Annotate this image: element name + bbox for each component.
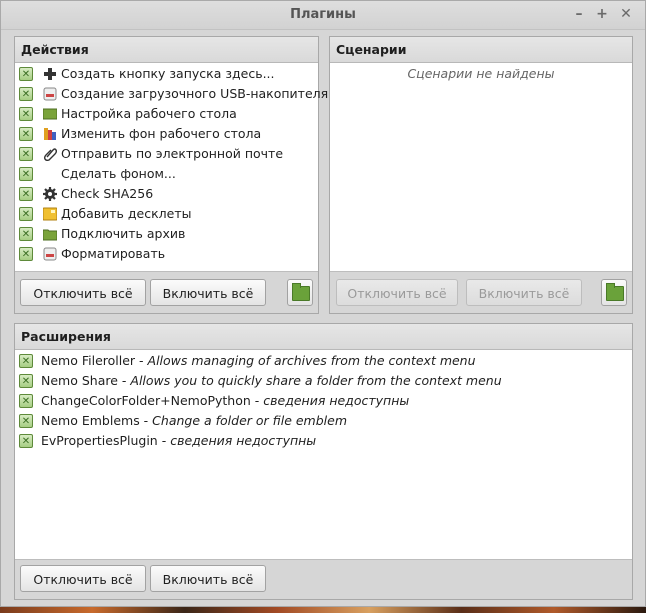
open-folder-button[interactable] [287,279,313,306]
action-label: Добавить десклеты [61,206,192,221]
extension-description: Allows you to quickly share a folder fro… [130,373,502,388]
action-label: Отправить по электронной почте [61,146,284,161]
action-label: Создание загрузочного USB-накопителя [61,86,329,101]
plugins-window: Плагины – + ✕ Действия Создать кнопку за… [0,0,646,607]
disable-all-button[interactable]: Отключить всё [336,279,458,306]
extension-name: Nemo Share [41,373,118,388]
checkbox[interactable] [19,85,33,105]
scripts-header: Сценарии [330,37,632,63]
checkbox[interactable] [19,205,33,225]
enable-all-button[interactable]: Включить всё [150,279,266,306]
extension-description: Change a folder or file emblem [152,413,348,428]
extension-name: EvPropertiesPlugin [41,433,158,448]
checkbox[interactable] [19,245,33,265]
extensions-footer: Отключить всё Включить всё [15,559,632,599]
checkbox[interactable] [19,392,33,412]
action-label: Сделать фоном... [61,166,176,181]
extension-name: Nemo Fileroller [41,353,136,368]
checkbox[interactable] [19,352,33,372]
actions-panel: Действия Создать кнопку запуска здесь...… [14,36,328,314]
usb-drive-icon [43,87,57,101]
usb-drive-icon [43,247,57,261]
scripts-empty-message: Сценарии не найдены [407,66,555,81]
action-label: Подключить архив [61,226,186,241]
enable-all-button[interactable]: Включить всё [466,279,582,306]
extension-name: ChangeColorFolder+NemoPython [41,393,251,408]
action-label: Изменить фон рабочего стола [61,126,262,141]
scripts-panel: Сценарии Сценарии не найдены Отключить в… [329,36,633,314]
desklet-icon [42,207,58,221]
plus-icon [43,67,57,81]
enable-all-button[interactable]: Включить всё [150,565,266,592]
title-bar[interactable]: Плагины – + ✕ [1,1,645,30]
scripts-footer: Отключить всё Включить всё [330,271,632,313]
desktop-settings-icon [42,107,58,121]
extension-name: Nemo Emblems [41,413,140,428]
actions-header: Действия [15,37,318,63]
minimize-icon[interactable]: – [570,5,588,23]
extension-description: сведения недоступны [263,393,410,408]
actions-footer: Отключить всё Включить всё [15,271,318,313]
checkbox[interactable] [19,65,33,85]
window-title: Плагины [290,7,356,22]
checkbox[interactable] [19,185,33,205]
gear-icon [43,187,57,201]
action-label: Создать кнопку запуска здесь... [61,66,275,81]
checkbox[interactable] [19,412,33,432]
disable-all-button[interactable]: Отключить всё [20,279,146,306]
checkbox[interactable] [19,145,33,165]
checkbox[interactable] [19,432,33,452]
folder-icon [292,283,310,301]
maximize-icon[interactable]: + [593,5,611,23]
extensions-header: Расширения [15,324,632,350]
open-folder-button[interactable] [601,279,627,306]
folder-icon [606,283,624,301]
wallpaper-icon [43,127,57,141]
action-label: Настройка рабочего стола [61,106,237,121]
paperclip-icon [43,147,58,162]
extension-description: Allows managing of archives from the con… [147,353,476,368]
checkbox[interactable] [19,372,33,392]
disable-all-button[interactable]: Отключить всё [20,565,146,592]
extension-description: сведения недоступны [170,433,317,448]
action-label: Check SHA256 [61,186,154,201]
extensions-panel: Расширения Nemo Fileroller - Allows mana… [14,323,633,600]
action-label: Форматировать [61,246,166,261]
desktop-background [0,607,646,613]
close-icon[interactable]: ✕ [617,5,635,23]
checkbox[interactable] [19,125,33,145]
checkbox[interactable] [19,105,33,125]
checkbox[interactable] [19,165,33,185]
folder-icon [42,227,58,241]
checkbox[interactable] [19,225,33,245]
